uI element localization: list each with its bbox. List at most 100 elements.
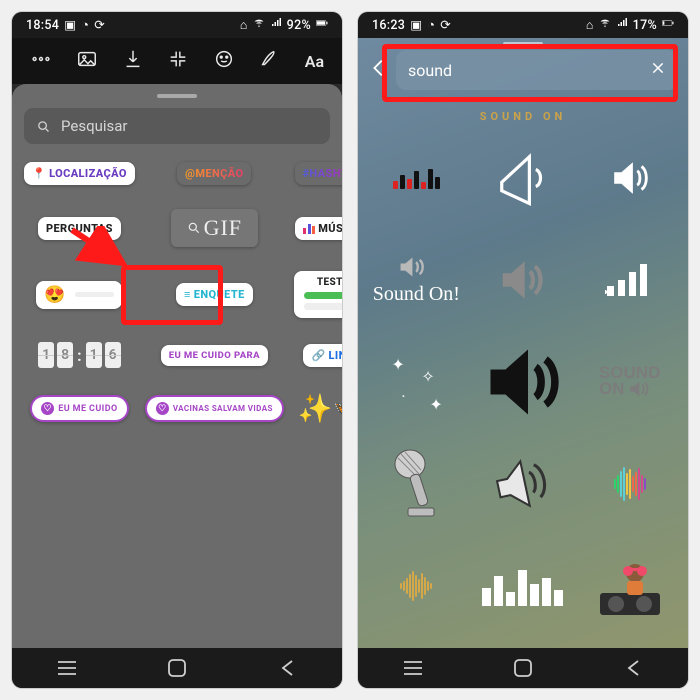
sticker-icon[interactable] [213,48,235,74]
sticker-questions[interactable]: PERGUNTAS [38,217,121,240]
speaker-icon [607,155,653,201]
nav-back[interactable] [603,659,663,677]
battery-icon [316,17,328,33]
gif-speaker-white[interactable] [579,135,680,221]
waveform-icon [614,467,646,501]
sound-on-text: Sound On! [373,283,460,306]
dj-icon [590,551,670,621]
speaker-icon [483,342,563,422]
sticker-sheet: Pesquisar 📍LOCALIZAÇÃO @MENÇÃO #HASHTAG … [12,84,342,648]
status-icon: ⟳ [94,17,105,33]
status-icon: ▣ [64,17,76,33]
sticker-mention[interactable]: @MENÇÃO [177,162,251,185]
sticker-grid: 📍LOCALIZAÇÃO @MENÇÃO #HASHTAG PERGUNTAS … [24,162,330,425]
android-nav [12,648,342,688]
wifi-icon [253,17,265,33]
battery-label: 17% [633,18,657,33]
draw-icon[interactable] [259,48,281,74]
back-button[interactable] [368,57,390,83]
sticker-location[interactable]: 📍LOCALIZAÇÃO [24,162,135,185]
right-screenshot: 16:23 ▣ ◔ ⟳ ⌂ 17% sound [358,12,688,688]
gif-sound-on-block[interactable]: SOUND ON [579,339,680,425]
wifi-icon [599,17,611,33]
sparkle-icon: ✦ ✧ · ✦ [381,347,451,417]
create-icon[interactable] [167,48,189,74]
left-screenshot: 18:54 ▣ ◔ ⟳ ⌂ 92% Aa [12,12,342,688]
speaker-icon [490,451,556,517]
clear-icon[interactable] [650,60,666,80]
search-placeholder: Pesquisar [61,117,128,135]
phone-body: sound SOUND ON Sou [358,38,688,648]
sticker-music[interactable]: MÚSICA [295,217,342,240]
sticker-link[interactable]: 🔗LINK [303,344,342,367]
gif-speaker-grey[interactable] [473,237,574,323]
status-icon: ◔ [81,18,89,33]
waveform-icon [400,571,432,601]
gif-sound-on-script[interactable]: Sound On! [366,237,467,323]
megaphone-icon [489,144,557,212]
status-icon: ⟳ [440,17,451,33]
speaker-icon [496,253,550,307]
sticker-graphic[interactable]: ✨🦋 [298,392,342,425]
clock: 18:54 [26,18,59,33]
sticker-vacinas[interactable]: ♡VACINAS SALVAM VIDAS [145,395,284,422]
sticker-eu-me-cuido[interactable]: ♡EU ME CUIDO [30,395,128,422]
phone-body: Aa Pesquisar 📍LOCALIZAÇÃO @MENÇÃO #HASHT… [12,38,342,648]
text-icon[interactable]: Aa [305,52,324,71]
search-icon [36,119,51,134]
sticker-poll[interactable]: ≡ENQUETE [176,283,253,306]
clock: 16:23 [372,18,405,33]
gif-sparkle[interactable]: ✦ ✧ · ✦ [366,339,467,425]
sticker-emoji-slider[interactable]: 😍 [36,281,122,309]
status-icon: ⌂ [586,18,594,33]
sound-on-header: SOUND ON [358,110,688,123]
gif-signal-bars[interactable] [579,237,680,323]
gif-megaphone[interactable] [473,135,574,221]
status-icon: ⌂ [240,18,248,33]
equalizer-icon [482,566,563,606]
gif-microphone[interactable] [366,441,467,527]
signal-icon [616,17,628,33]
nav-recent[interactable] [383,660,443,676]
equalizer-icon [393,167,440,189]
gif-gold-wave[interactable] [366,543,467,629]
gif-search-bar: sound [358,38,688,102]
nav-recent[interactable] [37,660,97,676]
search-icon [187,221,201,235]
search-input[interactable]: sound [396,50,678,90]
gallery-icon[interactable] [76,48,98,74]
status-icon: ▣ [410,17,422,33]
gif-eq-white[interactable] [473,543,574,629]
microphone-icon [384,446,448,522]
nav-back[interactable] [257,659,317,677]
sticker-hashtag[interactable]: #HASHTAG [295,162,342,185]
battery-icon [662,17,674,33]
search-value: sound [408,61,452,80]
battery-label: 92% [287,18,311,33]
nav-home[interactable] [147,658,207,678]
gif-rainbow-eq[interactable] [579,441,680,527]
search-input[interactable]: Pesquisar [24,108,330,144]
sticker-countdown[interactable]: 1 8 : 1 6 [38,342,121,368]
android-nav [358,648,688,688]
speaker-icon [397,255,435,279]
gif-dj[interactable] [579,543,680,629]
sound-on-text: SOUND ON [599,366,660,398]
nav-home[interactable] [493,658,553,678]
sheet-grabber[interactable] [157,94,197,98]
gif-eq-red[interactable] [366,135,467,221]
gif-speaker-diag[interactable] [473,441,574,527]
options-icon[interactable] [30,48,52,74]
gif-speaker-black[interactable] [473,339,574,425]
sticker-gif[interactable]: GIF [171,209,258,247]
music-bars-icon [303,222,315,234]
signal-icon [270,17,282,33]
status-bar: 18:54 ▣ ◔ ⟳ ⌂ 92% [12,12,342,38]
story-toolbar: Aa [12,38,342,84]
save-icon[interactable] [122,48,144,74]
sticker-quiz[interactable]: TESTE [294,271,342,318]
sticker-eu-cuido-para[interactable]: EU ME CUIDO PARA [161,345,268,366]
status-bar: 16:23 ▣ ◔ ⟳ ⌂ 17% [358,12,688,38]
signal-icon [605,262,655,298]
status-icon: ◔ [427,18,435,33]
